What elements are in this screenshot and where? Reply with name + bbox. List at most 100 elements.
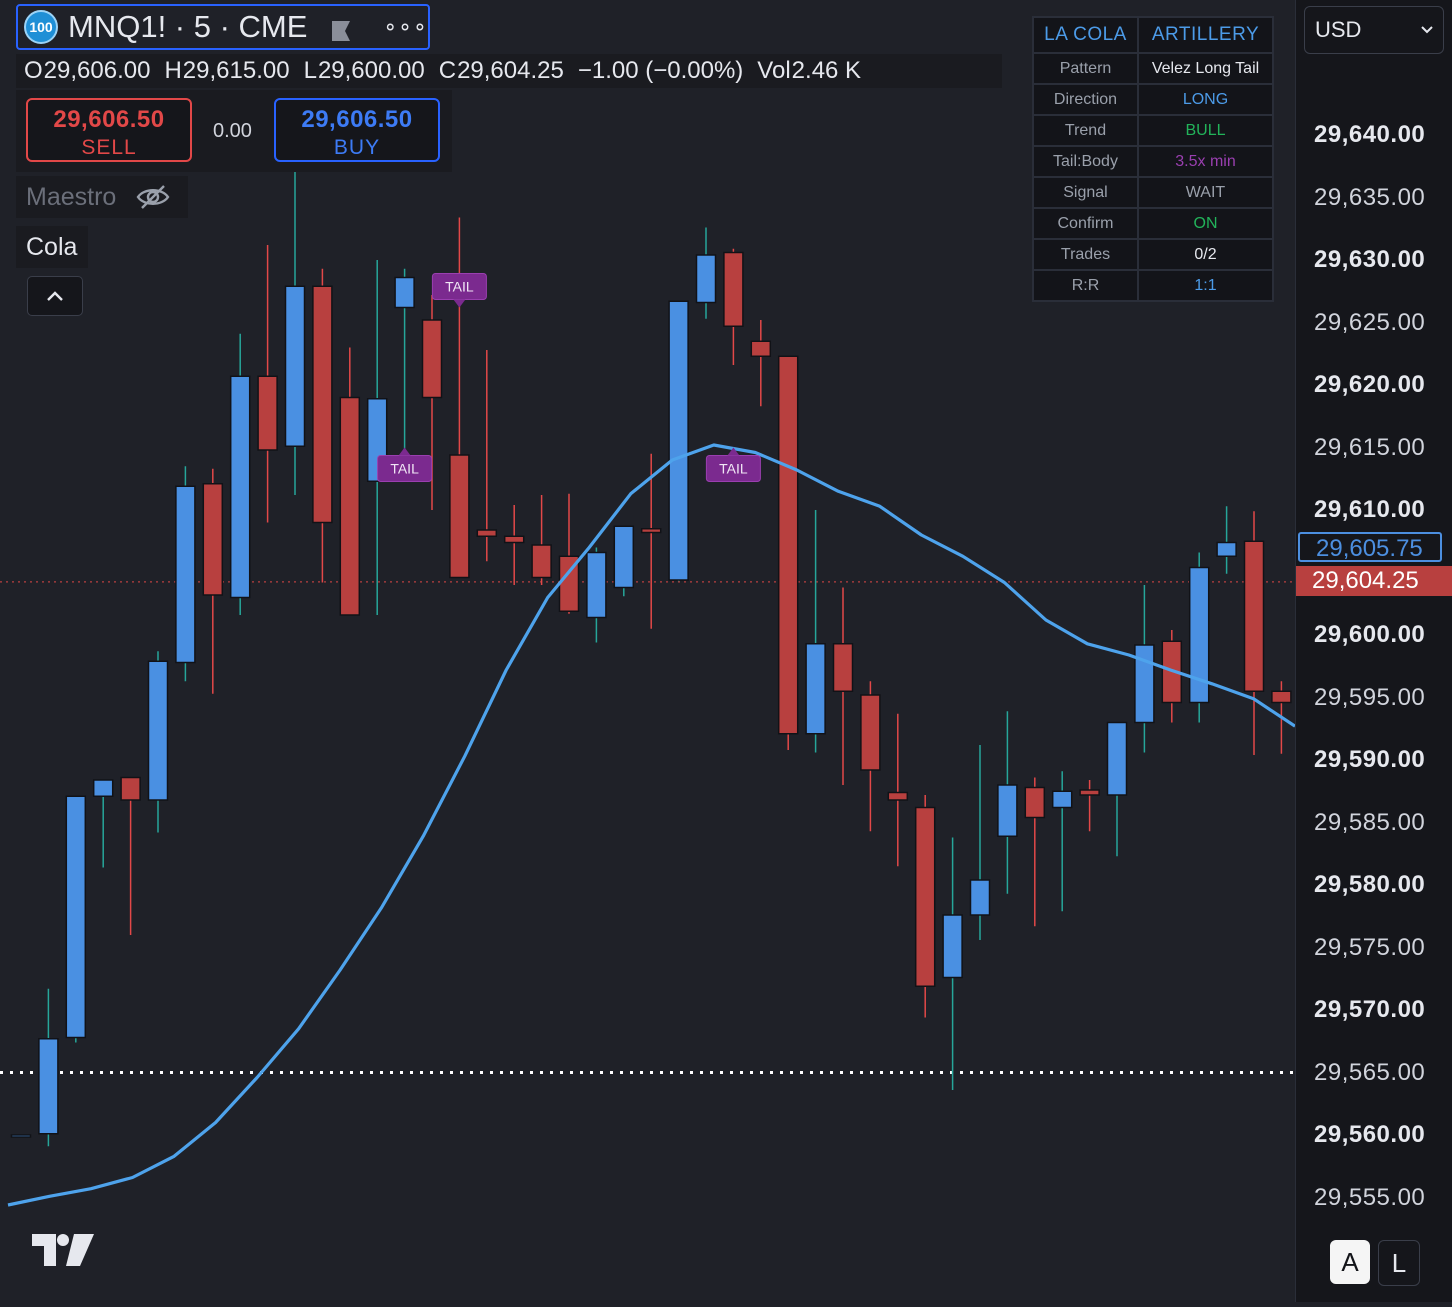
candle-body <box>668 300 689 581</box>
price-tick-label: 29,610.00 <box>1314 496 1426 523</box>
tail-marker[interactable]: TAIL <box>431 273 487 308</box>
info-label: Pattern <box>1032 52 1139 85</box>
price-tick-label: 29,640.00 <box>1314 121 1426 148</box>
spread-value: 0.00 <box>213 120 252 142</box>
low-value: 29,600.00 <box>317 57 425 84</box>
candle-body <box>1079 789 1100 796</box>
price-tick-label: 29,585.00 <box>1314 808 1426 836</box>
candle-body <box>1243 540 1265 692</box>
chevron-down-icon <box>1421 26 1433 34</box>
info-row: Trend BULL <box>1032 114 1274 147</box>
candle-body <box>284 285 306 447</box>
la-cola-info-table: LA COLA ARTILLERY Pattern Velez Long Tail… <box>1032 16 1274 302</box>
info-label: Trend <box>1032 114 1139 147</box>
study-cola[interactable]: Cola <box>16 226 88 268</box>
tail-marker-pointer <box>453 299 466 308</box>
candle-body <box>1216 541 1237 557</box>
candle-body <box>1106 721 1128 796</box>
candle-body <box>805 643 826 735</box>
info-row: Pattern Velez Long Tail <box>1032 52 1274 85</box>
tradingview-logo[interactable] <box>30 1232 96 1273</box>
close-label: C <box>438 57 457 84</box>
chart-pane[interactable]: TAIL TAIL TAIL 100 MNQ1! · 5 · CME ∘∘∘ O 29… <box>0 0 1320 1302</box>
candle-body <box>860 694 881 771</box>
candle-body <box>339 396 361 616</box>
info-label: Tail:Body <box>1032 145 1139 178</box>
info-row: Signal WAIT <box>1032 176 1274 209</box>
log-scale-button[interactable]: L <box>1378 1240 1420 1286</box>
candle-body <box>65 795 87 1039</box>
price-tick-label: 29,565.00 <box>1314 1058 1426 1086</box>
buy-button[interactable]: 29,606.50 BUY <box>274 98 440 162</box>
study-maestro-label: Maestro <box>26 182 117 211</box>
high-value: 29,615.00 <box>182 57 290 84</box>
info-label: Signal <box>1032 176 1139 209</box>
currency-select[interactable]: USD <box>1304 6 1444 54</box>
volume-value: 2.46 K <box>791 57 862 84</box>
info-label: Trades <box>1032 238 1139 271</box>
candle-body <box>10 1134 32 1138</box>
candle-body <box>120 776 141 801</box>
info-label: Confirm <box>1032 207 1139 240</box>
info-value: 3.5x min <box>1137 145 1274 178</box>
trade-panel: 29,606.50 SELL 0.00 29,606.50 BUY <box>16 90 452 172</box>
flag-icon[interactable] <box>329 15 353 41</box>
price-axis[interactable]: USD 29,640.00 29,635.00 29,630.00 29,625.00… <box>1295 0 1452 1302</box>
tail-marker-label: TAIL <box>719 461 748 477</box>
candle-body <box>586 551 607 619</box>
candle-body <box>1024 786 1046 819</box>
price-tick-label: 29,635.00 <box>1314 183 1426 211</box>
info-value: 1:1 <box>1137 269 1274 302</box>
candle-body <box>257 375 278 451</box>
symbol-title[interactable]: MNQ1! · 5 · CME <box>68 9 307 45</box>
info-row: Confirm ON <box>1032 207 1274 240</box>
study-maestro[interactable]: Maestro <box>16 176 188 218</box>
price-tick-label: 29,620.00 <box>1314 371 1426 398</box>
candle-body <box>832 643 854 692</box>
info-value: WAIT <box>1137 176 1274 209</box>
volume-label: Vol <box>757 57 791 84</box>
candle-body <box>1271 690 1292 704</box>
price-tick-label: 29,555.00 <box>1314 1183 1426 1211</box>
ask-price-tag: 29,605.75 <box>1298 532 1442 562</box>
chevron-up-icon <box>47 291 63 301</box>
sell-price: 29,606.50 <box>53 106 165 133</box>
tail-marker-label: TAIL <box>445 279 474 295</box>
candle-body <box>531 544 552 579</box>
buy-price: 29,606.50 <box>301 106 413 133</box>
low-label: L <box>303 57 317 84</box>
close-value: 29,604.25 <box>457 57 564 84</box>
table-header-right: ARTILLERY <box>1137 16 1274 54</box>
candle-body <box>503 535 525 544</box>
info-value: BULL <box>1137 114 1274 147</box>
sell-button[interactable]: 29,606.50 SELL <box>26 98 192 162</box>
auto-scale-button[interactable]: A <box>1330 1240 1370 1284</box>
candle-body <box>476 529 498 537</box>
price-tick-label: 29,560.00 <box>1314 1121 1426 1148</box>
candle-body <box>38 1038 59 1135</box>
info-row: Tail:Body 3.5x min <box>1032 145 1274 178</box>
info-value: 0/2 <box>1137 238 1274 271</box>
candle-body <box>640 528 662 534</box>
price-tick-label: 29,590.00 <box>1314 746 1426 773</box>
candle-body <box>312 285 333 524</box>
more-options-icon[interactable]: ∘∘∘ <box>383 14 427 40</box>
candle-body <box>942 914 963 979</box>
price-tick-label: 29,580.00 <box>1314 871 1426 898</box>
collapse-legend-button[interactable] <box>27 276 83 316</box>
candle-body <box>613 525 635 589</box>
candle-body <box>449 454 470 579</box>
info-label: Direction <box>1032 83 1139 116</box>
info-value: Velez Long Tail <box>1137 52 1274 85</box>
candle-body <box>695 254 717 304</box>
candle-body <box>421 319 443 399</box>
symbol-info-box[interactable]: 100 MNQ1! · 5 · CME ∘∘∘ <box>16 4 430 50</box>
price-tick-label: 29,625.00 <box>1314 308 1426 336</box>
candle-body <box>997 784 1018 837</box>
table-header-left: LA COLA <box>1032 16 1139 54</box>
price-tick-label: 29,595.00 <box>1314 683 1426 711</box>
study-cola-label: Cola <box>26 232 78 261</box>
hidden-eye-icon[interactable] <box>136 183 170 211</box>
candle-body <box>175 485 196 664</box>
candle-body <box>887 791 909 801</box>
